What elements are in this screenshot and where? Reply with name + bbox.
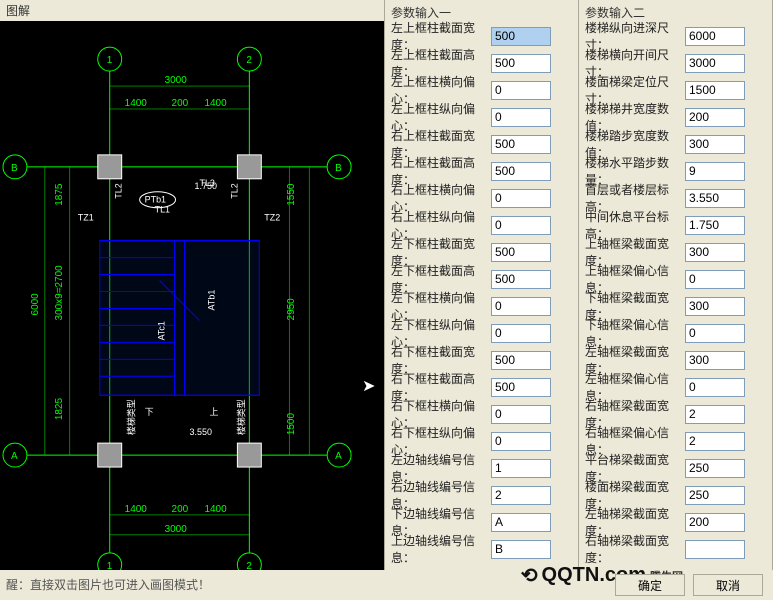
svg-text:1875: 1875 [54, 183, 65, 206]
param-input[interactable] [685, 135, 745, 154]
param-input[interactable] [685, 297, 745, 316]
svg-text:1: 1 [107, 55, 113, 66]
svg-text:1400: 1400 [204, 504, 227, 515]
svg-text:3000: 3000 [165, 75, 188, 86]
svg-text:2: 2 [246, 55, 252, 66]
param-input[interactable] [685, 54, 745, 73]
diagram-title: 图解 [0, 0, 384, 21]
svg-text:B: B [335, 163, 342, 174]
svg-text:1: 1 [107, 561, 113, 570]
svg-text:下: 下 [145, 407, 154, 417]
cancel-button[interactable]: 取消 [693, 574, 763, 596]
param-input[interactable] [685, 81, 745, 100]
param-input[interactable] [685, 378, 745, 397]
param-input[interactable] [685, 162, 745, 181]
param-label: 上边轴线编号信息： [391, 532, 491, 566]
param-input[interactable] [491, 351, 551, 370]
svg-text:ATb1: ATb1 [206, 290, 216, 311]
svg-text:上: 上 [209, 407, 218, 417]
svg-text:2: 2 [246, 561, 252, 570]
param-input[interactable] [685, 27, 745, 46]
param-input[interactable] [491, 216, 551, 235]
param-input[interactable] [685, 432, 745, 451]
svg-text:PTb1: PTb1 [145, 195, 166, 205]
svg-text:1400: 1400 [125, 504, 148, 515]
svg-text:1500: 1500 [286, 413, 297, 436]
svg-text:TL2: TL2 [114, 183, 124, 198]
diagram-canvas[interactable]: 1 2 1 2 B A B A 3000 1400 [0, 21, 384, 570]
cursor-icon: ➤ [362, 376, 375, 396]
svg-text:TZ2: TZ2 [264, 213, 280, 223]
param-input[interactable] [491, 486, 551, 505]
svg-text:TZ1: TZ1 [78, 213, 94, 223]
param-input[interactable] [685, 108, 745, 127]
svg-text:3.550: 3.550 [190, 427, 212, 437]
param-input[interactable] [491, 27, 551, 46]
param-input[interactable] [685, 486, 745, 505]
param-input[interactable] [491, 459, 551, 478]
svg-text:B: B [11, 163, 18, 174]
svg-text:2950: 2950 [286, 298, 297, 321]
svg-text:1550: 1550 [286, 183, 297, 206]
param-input[interactable] [491, 54, 551, 73]
param-input[interactable] [685, 351, 745, 370]
svg-text:1.750: 1.750 [194, 181, 216, 191]
svg-text:ATc1: ATc1 [157, 321, 167, 340]
param-input[interactable] [685, 459, 745, 478]
svg-text:300x9=2700: 300x9=2700 [54, 265, 65, 321]
param-input[interactable] [685, 324, 745, 343]
param-input[interactable] [491, 378, 551, 397]
svg-text:1400: 1400 [204, 98, 227, 109]
param-label: 右轴梯梁截面宽度： [585, 532, 685, 566]
param-input[interactable] [685, 540, 745, 559]
param-input[interactable] [685, 270, 745, 289]
param-input[interactable] [491, 432, 551, 451]
param-input[interactable] [491, 405, 551, 424]
param-input[interactable] [491, 297, 551, 316]
param-input[interactable] [491, 243, 551, 262]
param-panel-1: 参数输入一 左上框柱截面宽度：左上框柱截面高度：左上框柱横向偏心：左上框柱纵向偏… [385, 0, 579, 570]
param-input[interactable] [685, 513, 745, 532]
svg-text:1825: 1825 [54, 398, 65, 421]
param-input[interactable] [491, 108, 551, 127]
param-input[interactable] [491, 189, 551, 208]
param-input[interactable] [685, 405, 745, 424]
param-input[interactable] [491, 81, 551, 100]
param-input[interactable] [491, 162, 551, 181]
svg-text:A: A [335, 451, 342, 462]
svg-text:200: 200 [172, 98, 189, 109]
ok-button[interactable]: 确定 [615, 574, 685, 596]
svg-text:3000: 3000 [165, 524, 188, 535]
param-input[interactable] [685, 216, 745, 235]
param-panel-2: 参数输入二 楼梯纵向进深尺寸：楼梯横向开间尺寸：楼面梯梁定位尺寸：楼梯梯井宽度数… [579, 0, 773, 570]
svg-text:6000: 6000 [30, 293, 41, 316]
diagram-panel: 图解 1 2 1 2 B A B A [0, 0, 385, 570]
svg-text:1400: 1400 [125, 98, 148, 109]
svg-text:楼梯类型: 楼梯类型 [126, 399, 137, 435]
svg-text:楼梯类型: 楼梯类型 [235, 399, 246, 435]
svg-text:A: A [11, 451, 18, 462]
svg-text:TL2: TL2 [229, 183, 239, 198]
param-input[interactable] [491, 324, 551, 343]
param-input[interactable] [685, 189, 745, 208]
param-input[interactable] [491, 513, 551, 532]
param-input[interactable] [491, 270, 551, 289]
svg-text:200: 200 [172, 504, 189, 515]
param-input[interactable] [491, 135, 551, 154]
param-input[interactable] [491, 540, 551, 559]
param-input[interactable] [685, 243, 745, 262]
